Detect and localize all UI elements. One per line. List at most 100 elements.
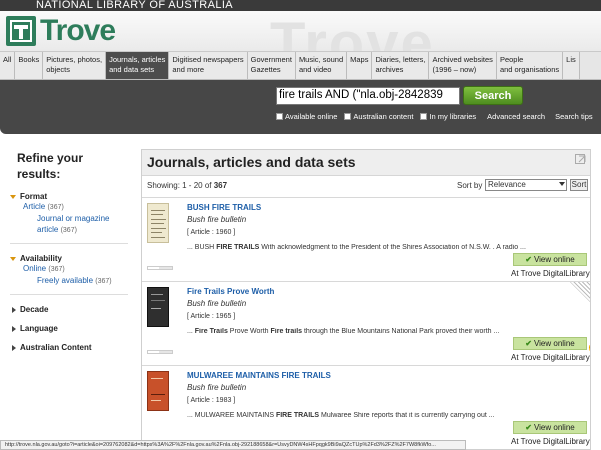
- tab-1[interactable]: Books: [15, 52, 44, 79]
- facet-australian-toggle[interactable]: Australian Content: [4, 343, 134, 352]
- tab-5[interactable]: Government Gazettes: [247, 52, 296, 79]
- search-input[interactable]: fire trails AND ("nla.obj-2842839: [276, 87, 460, 105]
- result-item: MULWAREE MAINTAINS FIRE TRAILS Bush fire…: [142, 365, 590, 448]
- collapsed-arrow-icon: [12, 306, 16, 313]
- facet-format-journal[interactable]: Journal or magazine article (367): [4, 213, 134, 236]
- available-online-option[interactable]: Available online: [276, 112, 337, 121]
- sort-select-value: Relevance: [488, 180, 526, 189]
- result-title-link[interactable]: BUSH FIRE TRAILS: [187, 203, 261, 212]
- facet-format: Format Article (367) Journal or magazine…: [4, 192, 134, 244]
- facet-availability-online-count: (367): [48, 266, 65, 273]
- result-thumbnail[interactable]: [147, 371, 169, 411]
- facet-australian-label: Australian Content: [20, 343, 92, 352]
- facet-australian[interactable]: Australian Content: [4, 343, 134, 352]
- expanded-arrow-icon: [10, 194, 16, 199]
- result-source: Bush fire bulletin: [187, 299, 247, 308]
- tab-4[interactable]: Digitised newspapers and more: [169, 52, 248, 79]
- result-library: At Trove DigitalLibrary: [511, 353, 590, 362]
- tab-7[interactable]: Maps: [347, 52, 373, 79]
- in-my-libraries-option[interactable]: In my libraries: [420, 112, 476, 121]
- sort-label: Sort by: [457, 181, 483, 190]
- view-online-button[interactable]: ✔ View online: [513, 253, 587, 266]
- results-toolbar: Showing: 1 - 20 of 367 Sort by Relevance…: [142, 176, 590, 196]
- result-item: Fire Trails Prove Worth Bush fire bullet…: [142, 281, 590, 364]
- facet-decade-toggle[interactable]: Decade: [4, 305, 134, 314]
- available-online-checkbox[interactable]: [276, 112, 283, 120]
- result-progress-bar: [147, 350, 173, 354]
- tab-3[interactable]: Journals, articles and data sets: [106, 52, 170, 79]
- result-snippet: ... BUSH FIRE TRAILS With acknowledgment…: [187, 244, 526, 251]
- tab-11[interactable]: Lis: [563, 52, 580, 79]
- facet-availability-free[interactable]: Freely available (367): [4, 275, 134, 287]
- tab-label: Archived websites: [432, 55, 493, 64]
- result-type: [ Article : 1960 ]: [187, 229, 236, 236]
- result-thumbnail[interactable]: [147, 287, 169, 327]
- facet-availability-toggle[interactable]: Availability: [4, 254, 134, 263]
- tab-2[interactable]: Pictures, photos, objects: [43, 52, 107, 79]
- facet-format-journal-link[interactable]: Journal or magazine: [37, 214, 109, 223]
- facet-availability-online-link[interactable]: Online: [23, 264, 46, 273]
- result-library: At Trove DigitalLibrary: [511, 437, 590, 446]
- tab-sublabel: Gazettes: [250, 65, 281, 74]
- search-button[interactable]: Search: [463, 86, 523, 105]
- expand-icon[interactable]: [575, 154, 586, 164]
- facet-format-article[interactable]: Article (367): [4, 201, 134, 213]
- facet-format-toggle[interactable]: Format: [4, 192, 134, 201]
- tab-label: Digitised newspapers: [172, 55, 244, 64]
- facet-divider: [10, 243, 128, 244]
- facet-language[interactable]: Language: [4, 324, 134, 333]
- advanced-search-link[interactable]: Advanced search: [487, 112, 545, 121]
- facet-format-journal-link-2[interactable]: article: [37, 225, 58, 234]
- tab-6[interactable]: Music, sound and video: [295, 52, 348, 79]
- trove-logo-icon: [6, 16, 36, 46]
- facet-decade[interactable]: Decade: [4, 305, 134, 314]
- tab-9[interactable]: Archived websites (1996 – now): [429, 52, 497, 79]
- tab-sublabel: and more: [172, 65, 205, 74]
- facet-language-toggle[interactable]: Language: [4, 324, 134, 333]
- mouse-cursor-icon: ☝: [586, 342, 590, 353]
- tab-10[interactable]: People and organisations: [496, 52, 564, 79]
- result-thumbnail[interactable]: [147, 203, 169, 243]
- tab-8[interactable]: Diaries, letters, archives: [372, 52, 430, 79]
- result-title-link[interactable]: MULWAREE MAINTAINS FIRE TRAILS: [187, 371, 331, 380]
- chevron-down-icon: [559, 182, 565, 186]
- tab-sublabel: archives: [375, 65, 404, 74]
- view-online-button[interactable]: ✔ View online: [513, 421, 587, 434]
- in-my-libraries-checkbox[interactable]: [420, 112, 428, 120]
- result-source: Bush fire bulletin: [187, 383, 247, 392]
- category-tabs: All Books Pictures, photos, objects Journals…: [0, 52, 601, 80]
- collapsed-arrow-icon: [12, 344, 16, 351]
- facet-availability-online[interactable]: Online (367): [4, 263, 134, 275]
- australian-content-option[interactable]: Australian content: [344, 112, 413, 121]
- refine-sidebar: Refine your results: Format Article (367…: [4, 150, 134, 352]
- results-total: 367: [213, 181, 228, 190]
- search-options: Available online Australian content In m…: [276, 110, 599, 122]
- view-online-button[interactable]: ✔ View online: [513, 337, 587, 350]
- facet-availability-free-link[interactable]: Freely available: [37, 276, 93, 285]
- header-watermark: Trove: [270, 11, 435, 52]
- facet-format-journal-count: (367): [60, 227, 77, 234]
- expanded-arrow-icon: [10, 256, 16, 261]
- tab-label: Maps: [350, 55, 369, 64]
- sort-button[interactable]: Sort: [570, 179, 588, 191]
- tab-0[interactable]: All: [0, 52, 16, 79]
- tab-label: Pictures, photos,: [46, 55, 103, 64]
- australian-content-label: Australian content: [353, 111, 414, 121]
- sort-select[interactable]: Relevance: [485, 179, 567, 191]
- result-type: [ Article : 1965 ]: [187, 313, 236, 320]
- facet-format-article-link[interactable]: Article: [23, 202, 45, 211]
- nla-title[interactable]: NATIONAL LIBRARY OF AUSTRALIA: [36, 0, 233, 11]
- result-title-link[interactable]: Fire Trails Prove Worth: [187, 287, 274, 296]
- available-online-label: Available online: [285, 111, 338, 121]
- result-progress-bar: [147, 266, 173, 270]
- result-source: Bush fire bulletin: [187, 215, 247, 224]
- tab-sublabel: and organisations: [499, 65, 560, 74]
- tab-label: Journals, articles: [109, 55, 166, 64]
- refine-title: Refine your results:: [17, 151, 84, 181]
- results-panel: Journals, articles and data sets Showing…: [141, 149, 591, 450]
- facet-format-label: Format: [20, 192, 48, 201]
- australian-content-checkbox[interactable]: [344, 112, 352, 120]
- trove-logo[interactable]: Trove: [6, 16, 116, 46]
- search-tips-link[interactable]: Search tips: [555, 112, 593, 121]
- tab-label: Music, sound: [298, 55, 344, 64]
